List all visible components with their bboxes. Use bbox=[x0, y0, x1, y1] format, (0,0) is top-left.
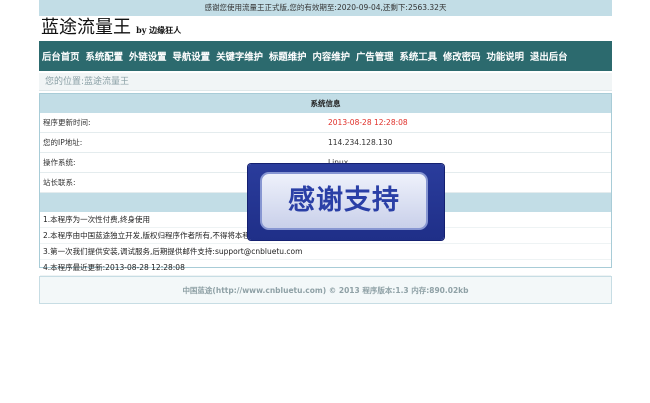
breadcrumb-text: 您的位置:蓝途流量王 bbox=[45, 77, 130, 87]
nav-item-keywords[interactable]: 关键字维护 bbox=[216, 49, 263, 63]
system-info-header: 系统信息 bbox=[40, 94, 611, 113]
nav-item-home[interactable]: 后台首页 bbox=[42, 49, 80, 63]
thanks-overlay-panel: 感谢支持 bbox=[260, 172, 428, 230]
note-line: 3.第一次我们提供安装,调试服务,后期提供邮件支持:support@cnblue… bbox=[40, 244, 611, 260]
thanks-overlay-image: 感谢支持 bbox=[248, 164, 444, 240]
nav-item-titles[interactable]: 标题维护 bbox=[269, 49, 307, 63]
info-row-ip: 您的IP地址: 114.234.128.130 bbox=[40, 133, 611, 153]
license-notice-text: 感谢您使用流量王正式版,您的有效期至:2020-09-04,还剩下:2563.3… bbox=[204, 3, 447, 12]
nav-item-system-config[interactable]: 系统配置 bbox=[86, 49, 124, 63]
nav-item-tools[interactable]: 系统工具 bbox=[400, 49, 438, 63]
nav-item-change-password[interactable]: 修改密码 bbox=[443, 49, 481, 63]
footer: 中国蓝途(http://www.cnbluetu.com) © 2013 程序版… bbox=[39, 276, 612, 304]
note-line: 4.本程序最近更新:2013-08-28 12:28:08 bbox=[40, 260, 611, 276]
info-label: 站长联系: bbox=[43, 178, 76, 187]
logo: 蓝途流量王 by 边缘狂人 bbox=[41, 17, 181, 39]
logo-byline: by 边缘狂人 bbox=[136, 25, 182, 35]
info-row-update-time: 程序更新时间: 2013-08-28 12:28:08 bbox=[40, 113, 611, 133]
main-nav: 后台首页 系统配置 外链设置 导航设置 关键字维护 标题维护 内容维护 广告管理… bbox=[39, 41, 612, 71]
nav-item-logout[interactable]: 退出后台 bbox=[530, 49, 568, 63]
info-value: 114.234.128.130 bbox=[328, 138, 393, 147]
nav-item-help[interactable]: 功能说明 bbox=[487, 49, 525, 63]
nav-item-ads[interactable]: 广告管理 bbox=[356, 49, 394, 63]
license-notice-bar: 感谢您使用流量王正式版,您的有效期至:2020-09-04,还剩下:2563.3… bbox=[39, 0, 612, 16]
footer-text: 中国蓝途(http://www.cnbluetu.com) © 2013 程序版… bbox=[182, 286, 469, 295]
logo-title: 蓝途流量王 bbox=[41, 17, 131, 38]
breadcrumb: 您的位置:蓝途流量王 bbox=[39, 73, 612, 91]
info-label: 您的IP地址: bbox=[43, 138, 83, 147]
info-label: 程序更新时间: bbox=[43, 118, 91, 127]
nav-item-content[interactable]: 内容维护 bbox=[312, 49, 350, 63]
nav-item-navigation[interactable]: 导航设置 bbox=[173, 49, 211, 63]
thanks-overlay-text: 感谢支持 bbox=[288, 185, 400, 216]
info-label: 操作系统: bbox=[43, 158, 76, 167]
info-value: 2013-08-28 12:28:08 bbox=[328, 118, 408, 127]
nav-item-external-links[interactable]: 外链设置 bbox=[129, 49, 167, 63]
